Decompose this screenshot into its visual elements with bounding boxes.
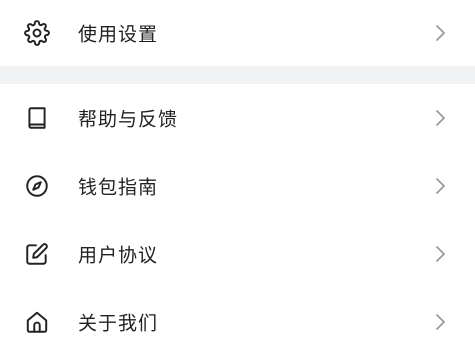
- settings-group-bottom: 帮助与反馈 钱包指南 用户协议 关于我们: [0, 84, 475, 356]
- settings-item-label: 钱包指南: [78, 176, 159, 199]
- settings-item-label: 帮助与反馈: [78, 108, 179, 131]
- home-icon: [24, 309, 50, 335]
- settings-item-wallet-guide[interactable]: 钱包指南: [0, 152, 475, 220]
- chevron-right-icon: [433, 176, 447, 196]
- settings-item-label: 使用设置: [78, 23, 159, 46]
- compass-icon: [24, 173, 50, 199]
- settings-group-top: 使用设置: [0, 0, 475, 66]
- chevron-right-icon: [433, 244, 447, 264]
- settings-item-user-agreement[interactable]: 用户协议: [0, 220, 475, 288]
- settings-item-help-feedback[interactable]: 帮助与反馈: [0, 84, 475, 152]
- chevron-right-icon: [433, 312, 447, 332]
- book-icon: [24, 105, 50, 131]
- section-divider: [0, 66, 475, 84]
- chevron-right-icon: [433, 108, 447, 128]
- gear-icon: [24, 20, 50, 46]
- chevron-right-icon: [433, 23, 447, 43]
- edit-icon: [24, 241, 50, 267]
- settings-item-about-us[interactable]: 关于我们: [0, 288, 475, 356]
- settings-item-usage[interactable]: 使用设置: [0, 0, 475, 66]
- settings-item-label: 用户协议: [78, 244, 159, 267]
- settings-item-label: 关于我们: [78, 312, 159, 335]
